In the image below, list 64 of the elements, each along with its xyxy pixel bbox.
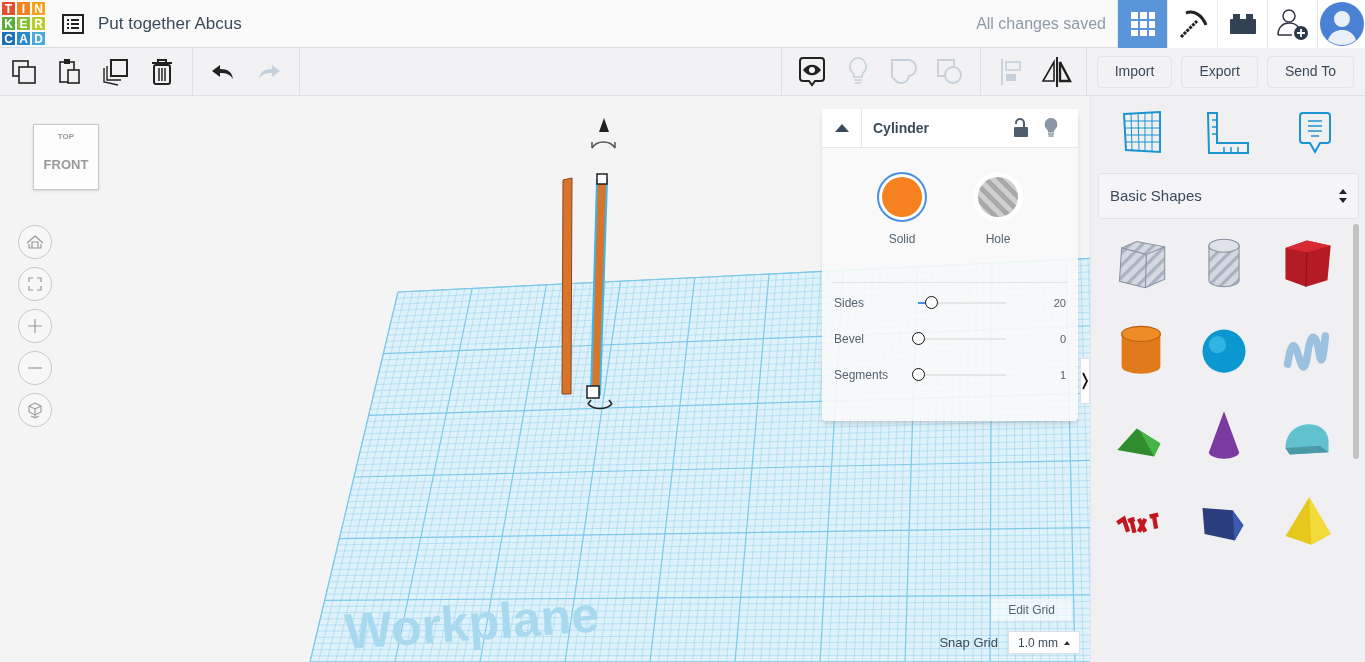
toolbar-button[interactable]: Import — [1096, 55, 1173, 88]
snap-grid-label: Snap Grid — [939, 633, 998, 652]
menu-icon[interactable] — [61, 11, 85, 36]
grid-view-icon — [1129, 10, 1156, 37]
param-label: Sides — [834, 295, 866, 312]
shape-name: Cylinder — [873, 118, 929, 138]
align-icon — [999, 57, 1022, 86]
tinkercad-logo[interactable]: T I N K E R C A D — [1, 1, 46, 46]
fit-view-icon — [28, 277, 42, 291]
zoom-in-icon — [27, 318, 43, 334]
slider-thumb[interactable] — [912, 368, 925, 381]
cube-face-label: FRONT — [43, 156, 89, 174]
duplicate-icon — [102, 57, 130, 86]
rod-shape[interactable] — [561, 177, 573, 395]
note-bubble-icon — [1298, 111, 1333, 155]
lightbulb-icon[interactable] — [1043, 117, 1059, 139]
redo-icon — [257, 63, 281, 80]
ruler-icon — [1206, 111, 1250, 155]
edit-grid-button[interactable]: Edit Grid — [991, 599, 1072, 621]
rotate-handle-icon[interactable] — [591, 141, 616, 149]
avatar-icon — [1319, 1, 1364, 46]
slider-thumb[interactable] — [912, 332, 925, 345]
home-icon — [26, 234, 44, 250]
cube-icon — [28, 401, 42, 419]
pickaxe-icon-button[interactable] — [1167, 0, 1217, 48]
save-status: All changes saved — [976, 13, 1106, 34]
brick-icon-button[interactable] — [1217, 0, 1267, 48]
brick-icon — [1228, 12, 1257, 35]
group-shapes-icon — [890, 58, 917, 85]
unlocked-padlock-icon[interactable] — [1013, 118, 1029, 138]
scrollbar[interactable] — [1353, 224, 1359, 459]
lift-handle-icon[interactable] — [599, 118, 609, 132]
caret-up-icon — [1064, 640, 1070, 645]
shape-category-dropdown[interactable]: Basic Shapes — [1098, 173, 1359, 219]
add-user-icon — [1276, 6, 1309, 41]
lightbulb-icon — [847, 56, 868, 87]
selected-rod-shape[interactable] — [586, 173, 609, 399]
param-label: Segments — [834, 367, 890, 384]
param-value: 1 — [1059, 367, 1066, 383]
undo-icon — [211, 63, 235, 80]
param-value: 0 — [1059, 331, 1066, 347]
mode-label: Hole — [985, 231, 1011, 248]
param-label: Bevel — [834, 331, 866, 348]
add-user-icon-button[interactable] — [1267, 0, 1317, 48]
solid-color-swatch[interactable] — [877, 172, 927, 222]
ungroup-shapes-icon — [936, 58, 963, 85]
param-value: 20 — [1053, 295, 1066, 311]
copy-icon — [11, 58, 37, 85]
mode-label: Solid — [888, 231, 916, 248]
mirror-icon — [1040, 55, 1073, 88]
rotate-handle-icon[interactable] — [587, 399, 613, 410]
clipboard-icon — [58, 57, 82, 86]
eye-speech-bubble-icon — [798, 56, 825, 87]
up-down-caret-icon — [1339, 189, 1347, 203]
cube-face-label: TOP — [57, 131, 75, 143]
slider-thumb[interactable] — [925, 296, 939, 309]
project-title[interactable]: Put together Abcus — [98, 10, 242, 37]
toolbar-button[interactable]: Send To — [1266, 55, 1354, 88]
expand-panel-icon[interactable] — [1080, 358, 1090, 404]
trash-icon — [150, 57, 174, 86]
toolbar-button[interactable]: Export — [1181, 55, 1258, 88]
snap-grid-dropdown[interactable]: 1.0 mm — [1008, 631, 1080, 654]
hole-swatch[interactable] — [973, 172, 1023, 222]
avatar-icon-button[interactable] — [1317, 0, 1365, 48]
